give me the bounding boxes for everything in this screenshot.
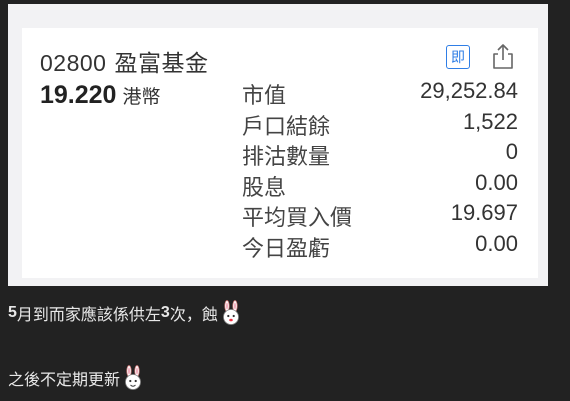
today-pnl-value: 0.00 xyxy=(475,230,518,256)
rabbit-emoticon-icon xyxy=(222,300,239,325)
detail-row: 戶口結餘 1,522 xyxy=(242,109,518,140)
post-text-fragment: 之後不定期更新 xyxy=(8,372,121,389)
post-text-fragment: 3 xyxy=(160,304,170,321)
dividend-value: 0.00 xyxy=(475,169,518,195)
detail-row: 市值 29,252.84 xyxy=(242,78,518,109)
balance-label: 戶口結餘 xyxy=(242,113,331,139)
last-price: 19.220 xyxy=(40,81,117,109)
detail-row: 今日盈虧 0.00 xyxy=(242,231,518,262)
market-value-label: 市值 xyxy=(242,83,287,108)
sell-queue-label: 排沽數量 xyxy=(242,144,331,169)
detail-row: 排沽數量 0 xyxy=(242,139,518,170)
today-pnl-label: 今日盈虧 xyxy=(242,235,331,261)
holding-details: 市值 29,252.84 戶口結餘 1,522 排沽數量 0 股息 0.00 平… xyxy=(242,78,518,261)
sell-queue-value: 0 xyxy=(505,139,518,164)
post-text-line: 之後不定期更新 xyxy=(8,365,144,391)
stock-code: 02800 xyxy=(40,50,107,76)
detail-row: 平均買入價 19.697 xyxy=(242,200,518,231)
detail-row: 股息 0.00 xyxy=(242,170,518,201)
rabbit-emoticon-icon xyxy=(125,365,141,390)
post-text-fragment: 次，蝕 xyxy=(169,307,218,324)
share-icon[interactable] xyxy=(490,42,516,70)
avg-buy-price-value: 19.697 xyxy=(450,200,518,225)
stock-quote-card: 02800 盈富基金 19.220 港幣 即 市值 29,252.84 戶口結餘 1… xyxy=(22,28,538,278)
realtime-badge-icon[interactable]: 即 xyxy=(446,45,470,69)
price-row: 19.220 港幣 xyxy=(40,81,160,110)
market-value: 29,252.84 xyxy=(420,78,518,103)
dividend-label: 股息 xyxy=(242,174,287,200)
forum-post: 02800 盈富基金 19.220 港幣 即 市值 29,252.84 戶口結餘 1… xyxy=(0,0,570,401)
post-text-fragment: 月到而家應該係供左 xyxy=(16,307,161,324)
fund-name: 盈富基金 xyxy=(114,50,209,76)
post-text-line: 5 月到而家應該係供左 3 次，蝕 xyxy=(8,300,242,326)
balance-value: 1,522 xyxy=(462,108,518,134)
currency-label: 港幣 xyxy=(122,87,161,108)
fund-title: 02800 盈富基金 xyxy=(40,44,208,78)
screenshot-image: 02800 盈富基金 19.220 港幣 即 市值 29,252.84 戶口結餘 1… xyxy=(8,4,548,286)
post-text-fragment: 5 xyxy=(8,304,17,321)
avg-buy-price-label: 平均買入價 xyxy=(242,205,353,230)
